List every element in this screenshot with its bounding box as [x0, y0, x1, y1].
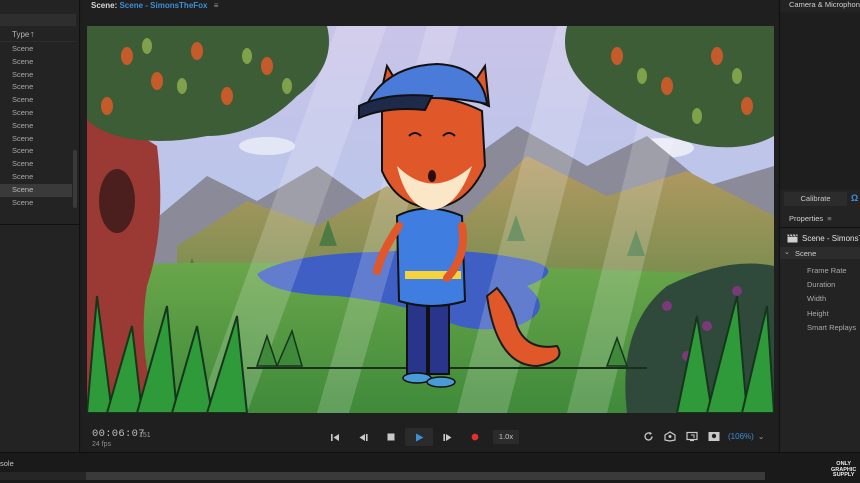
- step-back-icon: [359, 433, 368, 441]
- scene-group-label: Scene: [795, 249, 817, 258]
- scene-name: Scene - SimonsTheFox: [119, 1, 208, 10]
- console-title: sole: [0, 459, 14, 468]
- scene-panel-title: Scene: Scene - SimonsTheFox ≡: [91, 1, 218, 10]
- play-icon: [415, 433, 423, 441]
- scene-preview-icon[interactable]: [708, 430, 720, 442]
- project-search-bar[interactable]: [0, 14, 76, 26]
- frame-rate-label: 24 fps: [92, 441, 112, 448]
- skip-to-start-icon: [330, 433, 339, 441]
- timecode: 00:06:07: [92, 428, 145, 440]
- scene-panel: Scene: Scene - SimonsTheFox ≡ 00:06:07 1…: [81, 0, 778, 452]
- scene-illustration: [87, 26, 774, 413]
- scene-list-item[interactable]: Scene: [0, 94, 72, 107]
- project-scrollbar[interactable]: [73, 150, 77, 208]
- console-panel: sole: [0, 452, 780, 483]
- property-item[interactable]: Width: [807, 294, 826, 303]
- scene-list: Scene Scene Scene Scene Scene Scene Scene Scene…: [0, 43, 72, 209]
- calibrate-pose-icon[interactable]: Ω: [851, 193, 858, 203]
- view-tools: (106%) ⌄: [642, 430, 765, 442]
- scene-properties-group[interactable]: ⌄ Scene: [780, 247, 860, 259]
- scene-list-item[interactable]: Scene: [0, 171, 72, 184]
- screen-icon[interactable]: [686, 430, 698, 442]
- scene-list-item[interactable]: Scene: [0, 43, 72, 56]
- right-bottom-panel: ONLY GRAPHIC SUPPLY: [779, 452, 860, 483]
- properties-menu-icon[interactable]: ≡: [827, 214, 831, 223]
- scene-list-item[interactable]: Scene: [0, 69, 72, 82]
- scene-list-item[interactable]: Scene: [0, 197, 72, 210]
- frame-number: 151: [139, 432, 151, 439]
- fit-view-icon[interactable]: [664, 430, 676, 442]
- scene-list-item[interactable]: Scene: [0, 120, 72, 133]
- properties-divider: [780, 227, 860, 228]
- record-button[interactable]: [461, 428, 489, 446]
- skip-to-start-button[interactable]: [321, 428, 349, 446]
- panel-divider: [0, 224, 80, 225]
- scene-canvas[interactable]: [87, 26, 774, 413]
- properties-scene-row: Scene - SimonsTheFox: [787, 234, 860, 243]
- property-item[interactable]: Height: [807, 309, 829, 318]
- scene-list-item[interactable]: Scene: [0, 133, 72, 146]
- chevron-down-icon[interactable]: ⌄: [758, 432, 765, 441]
- watermark-line-3: SUPPLY: [832, 472, 855, 478]
- stop-icon: [387, 433, 395, 441]
- record-icon: [471, 433, 479, 441]
- properties-panel-title: Properties ≡: [789, 214, 832, 223]
- scene-list-item[interactable]: Scene: [0, 145, 72, 158]
- console-scrollbar[interactable]: [86, 472, 765, 480]
- scene-list-item[interactable]: Scene: [0, 107, 72, 120]
- step-forward-icon: [442, 433, 451, 441]
- scene-list-item[interactable]: Scene: [0, 81, 72, 94]
- watermark-logo: ONLY GRAPHIC SUPPLY: [831, 461, 856, 479]
- property-item[interactable]: Frame Rate: [807, 266, 847, 275]
- scene-title-prefix: Scene:: [91, 1, 118, 10]
- clapperboard-icon: [787, 234, 798, 243]
- scene-list-item[interactable]: Scene: [0, 158, 72, 171]
- play-button[interactable]: [405, 428, 433, 446]
- scene-list-item[interactable]: Scene: [0, 56, 72, 69]
- calibrate-row: Calibrate Ω: [780, 192, 860, 206]
- camera-panel-title: Camera & Microphone: [789, 0, 860, 9]
- properties-scene-label: Scene - SimonsTheFox: [802, 234, 860, 243]
- header-divider: [0, 41, 76, 42]
- chevron-down-icon: ⌄: [784, 249, 790, 256]
- stop-button[interactable]: [377, 428, 405, 446]
- transport-controls: [321, 428, 489, 446]
- camera-preview: [780, 12, 860, 190]
- right-panel: Camera & Microphone Calibrate Ω Properti…: [779, 0, 860, 452]
- playback-speed[interactable]: 1.0x: [493, 430, 519, 444]
- step-back-button[interactable]: [349, 428, 377, 446]
- type-header-label: Type: [12, 30, 30, 39]
- property-item[interactable]: Duration: [807, 280, 835, 289]
- scene-list-item[interactable]: Scene: [0, 183, 72, 197]
- project-panel: Type🡑 Scene Scene Scene Scene Scene Scene Scen…: [0, 0, 80, 452]
- sort-ascending-icon: 🡑: [30, 32, 34, 39]
- property-item[interactable]: Smart Replays: [807, 323, 856, 332]
- scene-panel-menu-icon[interactable]: ≡: [214, 1, 219, 10]
- calibrate-button[interactable]: Calibrate: [784, 192, 847, 206]
- refresh-icon[interactable]: [642, 430, 654, 442]
- step-forward-button[interactable]: [433, 428, 461, 446]
- zoom-level[interactable]: (106%): [728, 432, 754, 441]
- properties-title-label: Properties: [789, 214, 824, 223]
